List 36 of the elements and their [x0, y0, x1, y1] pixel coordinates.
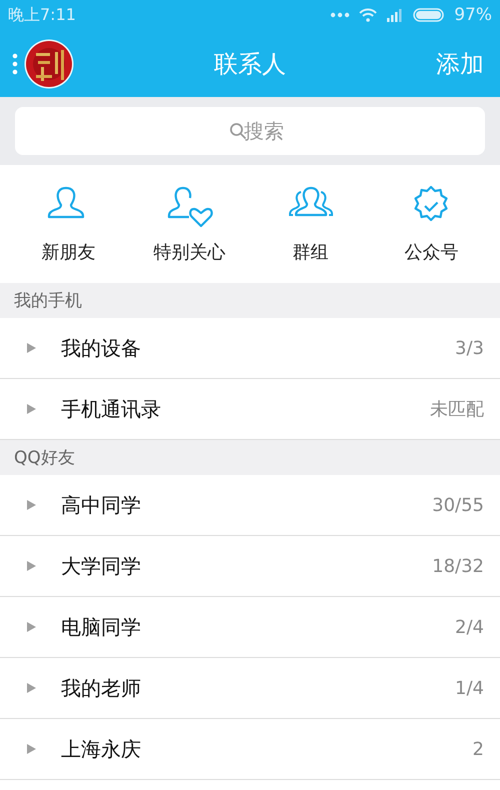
online-count: 未匹配 — [430, 398, 484, 421]
section-title: QQ好友 — [14, 447, 75, 469]
shortcut-label[interactable]: 群组 — [292, 240, 328, 264]
shortcut-label[interactable]: 公众号 — [404, 240, 458, 264]
online-count: 18/32 — [432, 556, 484, 576]
online-count: 30/55 — [432, 494, 484, 516]
group-name: 电脑同学 — [61, 614, 142, 640]
screen-title: 联系人 — [214, 48, 286, 80]
online-count: 1/4 — [455, 678, 484, 698]
wifi-icon — [359, 8, 378, 22]
group-name: 我的老师 — [61, 674, 142, 702]
section-title: 我的手机 — [14, 290, 82, 312]
search-field[interactable]: 搜索 — [15, 107, 485, 155]
online-count: 2/4 — [455, 616, 484, 638]
contact-group-row[interactable]: 大学同学 18/32 — [0, 536, 500, 597]
clock-time: 晚上7:11 — [8, 4, 76, 26]
online-count: 2 — [472, 738, 484, 760]
shortcut-label[interactable]: 新朋友 — [42, 240, 96, 264]
online-count: 3/3 — [455, 338, 484, 358]
contact-group-row[interactable]: 上海永庆 2 — [0, 719, 500, 780]
signal-icon — [386, 8, 404, 22]
menu-icon — [12, 52, 18, 74]
group-name: 上海永庆 — [61, 736, 142, 762]
group-name: 高中同学 — [61, 492, 142, 518]
shortcut-label[interactable]: 特别关心 — [154, 240, 226, 264]
group-name: 手机通讯录 — [61, 396, 162, 422]
more-icon — [330, 12, 350, 18]
contact-group-row[interactable]: 我的设备 3/3 — [0, 318, 500, 379]
contact-group-row[interactable]: 电脑同学 2/4 — [0, 597, 500, 658]
group-name: 我的设备 — [61, 334, 142, 362]
person-heart-icon — [166, 184, 212, 230]
battery-percent: 97% — [454, 5, 492, 25]
contact-group-row[interactable]: 高中同学 30/55 — [0, 475, 500, 536]
contact-group-row[interactable]: 我的老师 1/4 — [0, 658, 500, 719]
battery-icon — [413, 8, 446, 22]
group-name: 大学同学 — [61, 552, 142, 580]
